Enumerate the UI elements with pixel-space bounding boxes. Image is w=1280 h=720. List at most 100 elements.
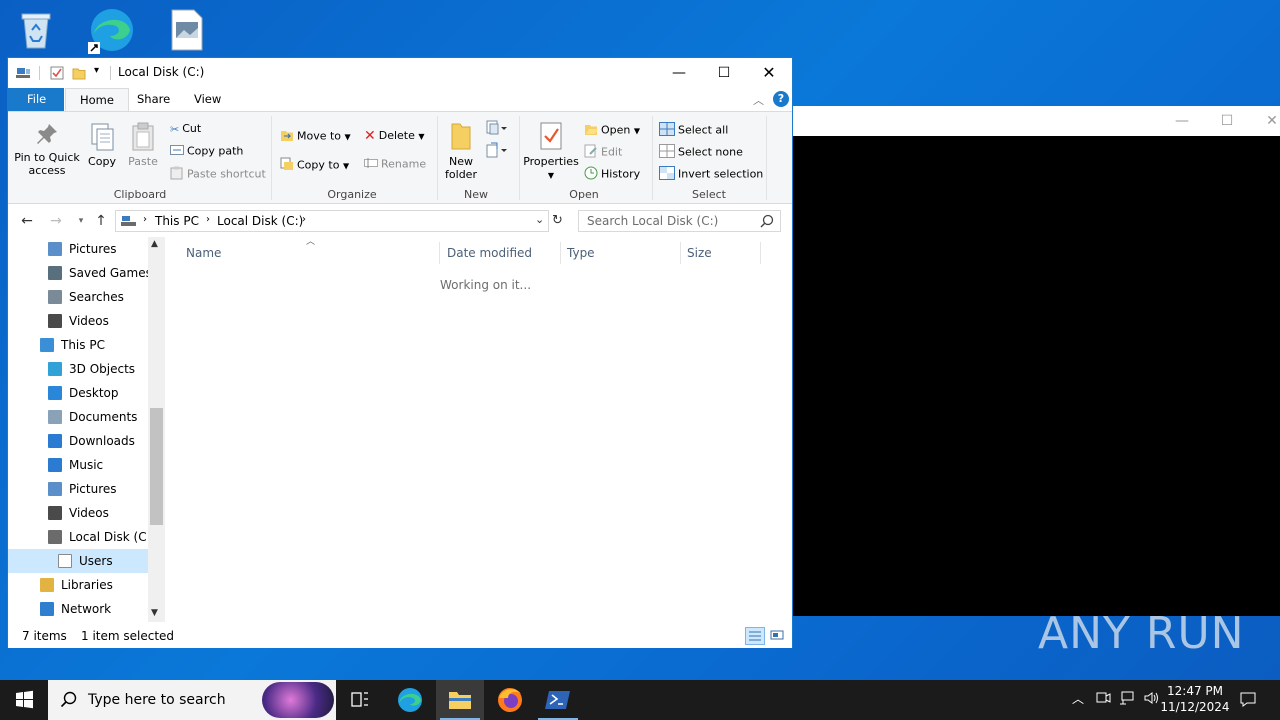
taskbar-edge-button[interactable]	[386, 680, 434, 720]
open-button[interactable]: Open ▼	[584, 122, 640, 139]
delete-button[interactable]: ✕ Delete ▼	[364, 128, 425, 144]
taskbar-powershell-button[interactable]	[534, 680, 582, 720]
tab-share[interactable]: Share	[123, 88, 184, 111]
nav-item[interactable]: Documents	[8, 405, 148, 429]
volume-icon[interactable]	[1141, 690, 1161, 710]
tab-home[interactable]: Home	[65, 88, 129, 111]
breadcrumb-local-disk[interactable]: Local Disk (C:)	[217, 214, 303, 228]
select-all-button[interactable]: Select all	[659, 122, 728, 139]
nav-item[interactable]: Searches	[8, 285, 148, 309]
scroll-up-chevron-icon[interactable]: ▲	[151, 239, 158, 249]
copy-path-button[interactable]: Copy path	[170, 144, 243, 159]
search-icon[interactable]	[760, 214, 774, 231]
back-arrow-icon[interactable]: ←	[18, 212, 36, 230]
edge-desktop-icon[interactable]	[88, 6, 133, 54]
console-minimize-button[interactable]: —	[1172, 112, 1192, 130]
paste-shortcut-icon	[170, 166, 184, 183]
copy-to-button[interactable]: Copy to ▼	[280, 157, 349, 174]
tab-file[interactable]: File	[8, 88, 64, 111]
paste-shortcut-button[interactable]: Paste shortcut	[170, 166, 266, 183]
breadcrumb-separator-icon: ›	[206, 214, 210, 225]
nav-item[interactable]: Pictures	[8, 237, 148, 261]
meet-now-icon[interactable]	[1093, 690, 1113, 710]
nav-item[interactable]: Downloads	[8, 429, 148, 453]
file-explorer-window[interactable]: ▾ Local Disk (C:) — ☐ ✕ File Home Share …	[7, 57, 793, 648]
recent-locations-chevron-icon[interactable]: ▾	[72, 212, 90, 230]
explorer-app-icon[interactable]	[16, 66, 32, 80]
file-list[interactable]: ︿ Name Date modified Type Size Working o…	[166, 237, 792, 622]
nav-item[interactable]: Libraries	[8, 573, 148, 597]
close-button[interactable]: ✕	[746, 58, 792, 88]
nav-item[interactable]: Saved Games	[8, 261, 152, 285]
nav-item[interactable]: This PC	[8, 333, 148, 357]
taskbar-search-box[interactable]: Type here to search	[48, 680, 336, 720]
column-header-name[interactable]: Name	[180, 242, 440, 264]
minimize-button[interactable]: —	[656, 58, 702, 88]
column-header-date-modified[interactable]: Date modified	[441, 242, 561, 264]
search-input[interactable]: Search Local Disk (C:)	[578, 210, 781, 232]
nav-item[interactable]: Videos	[8, 309, 148, 333]
help-icon[interactable]: ?	[773, 91, 789, 107]
column-header-size[interactable]: Size	[681, 242, 761, 264]
nav-item[interactable]: Local Disk (C:)	[8, 525, 155, 549]
console-maximize-button[interactable]: ☐	[1217, 112, 1237, 130]
breadcrumb-separator-icon: ›	[143, 214, 147, 225]
maximize-button[interactable]: ☐	[701, 58, 747, 88]
rename-button[interactable]: Rename	[364, 157, 426, 172]
tab-view[interactable]: View	[180, 88, 235, 111]
pin-to-quick-access-button[interactable]: Pin to Quick access	[12, 122, 82, 177]
collapse-ribbon-chevron-icon[interactable]: ︿	[753, 92, 764, 108]
system-clock[interactable]: 12:47 PM 11/12/2024	[1160, 683, 1230, 715]
start-button[interactable]	[0, 680, 48, 720]
scrollbar-thumb[interactable]	[150, 408, 163, 525]
details-view-icon[interactable]	[745, 627, 765, 645]
easy-access-icon[interactable]	[486, 142, 508, 161]
console-window[interactable]: — ☐ ✕	[793, 106, 1280, 616]
invert-selection-button[interactable]: Invert selection	[659, 166, 763, 183]
console-titlebar[interactable]: — ☐ ✕	[793, 106, 1280, 136]
large-icons-view-icon[interactable]	[769, 627, 787, 645]
nav-item[interactable]: Pictures	[8, 477, 148, 501]
title-bar[interactable]: ▾ Local Disk (C:) — ☐ ✕	[8, 58, 792, 88]
navigation-scrollbar[interactable]: ▲ ▼	[148, 237, 165, 622]
new-item-icon[interactable]	[486, 120, 508, 139]
network-icon[interactable]	[1117, 690, 1137, 710]
copy-button[interactable]: Copy	[86, 122, 118, 168]
address-bar[interactable]: › This PC › Local Disk (C:) › ⌄	[115, 210, 549, 232]
new-folder-quick-icon[interactable]	[72, 66, 86, 80]
navigation-pane[interactable]: Pictures Saved Games Searches Videos This PC…	[8, 237, 165, 622]
rename-icon	[364, 157, 378, 172]
refresh-icon[interactable]: ↻	[552, 213, 563, 228]
column-header-type[interactable]: Type	[561, 242, 681, 264]
new-folder-button[interactable]: New folder	[442, 120, 480, 181]
nav-item[interactable]: Music	[8, 453, 148, 477]
taskbar-file-explorer-button[interactable]	[436, 680, 484, 720]
nav-item[interactable]: 3D Objects	[8, 357, 148, 381]
properties-button[interactable]: Properties ▼	[522, 120, 580, 182]
recycle-bin-icon[interactable]	[14, 8, 58, 52]
console-close-button[interactable]: ✕	[1262, 112, 1280, 130]
cut-button[interactable]: ✂ Cut	[170, 122, 201, 136]
notifications-icon[interactable]	[1238, 690, 1258, 710]
scroll-down-chevron-icon[interactable]: ▼	[151, 608, 158, 618]
taskbar-firefox-button[interactable]	[486, 680, 534, 720]
nav-item[interactable]: Users	[8, 549, 148, 573]
nav-item[interactable]: Videos	[8, 501, 148, 525]
task-view-button[interactable]	[336, 680, 384, 720]
properties-quick-icon[interactable]	[50, 66, 64, 80]
paste-button[interactable]: Paste	[126, 122, 160, 168]
move-to-button[interactable]: Move to ▼	[280, 128, 351, 145]
history-button[interactable]: History	[584, 166, 640, 183]
show-hidden-icons-chevron-icon[interactable]: ︿	[1068, 690, 1088, 710]
forward-arrow-icon[interactable]: →	[47, 212, 65, 230]
up-arrow-icon[interactable]: ↑	[92, 212, 110, 230]
edit-button[interactable]: Edit	[584, 144, 622, 161]
nav-item[interactable]: Desktop	[8, 381, 148, 405]
image-file-icon[interactable]	[164, 8, 208, 52]
nav-item[interactable]: Network	[8, 597, 148, 621]
select-none-button[interactable]: Select none	[659, 144, 743, 161]
address-dropdown-chevron-icon[interactable]: ⌄	[535, 213, 544, 226]
breadcrumb-this-pc[interactable]: This PC	[155, 214, 199, 228]
item-count: 7 items	[22, 629, 67, 643]
customize-toolbar-chevron-icon[interactable]: ▾	[94, 65, 99, 76]
